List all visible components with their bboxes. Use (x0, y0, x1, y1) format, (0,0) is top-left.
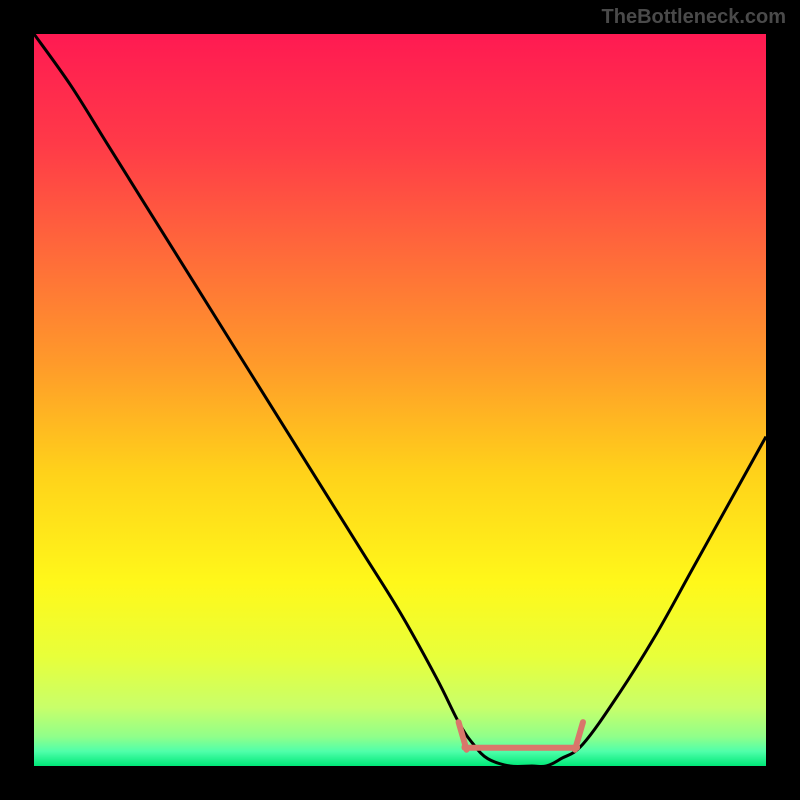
watermark-text: TheBottleneck.com (602, 6, 786, 29)
curve-layer (34, 34, 766, 766)
plot-area (34, 34, 766, 766)
bottleneck-curve (34, 34, 766, 766)
optimal-zone-markers (459, 722, 583, 750)
